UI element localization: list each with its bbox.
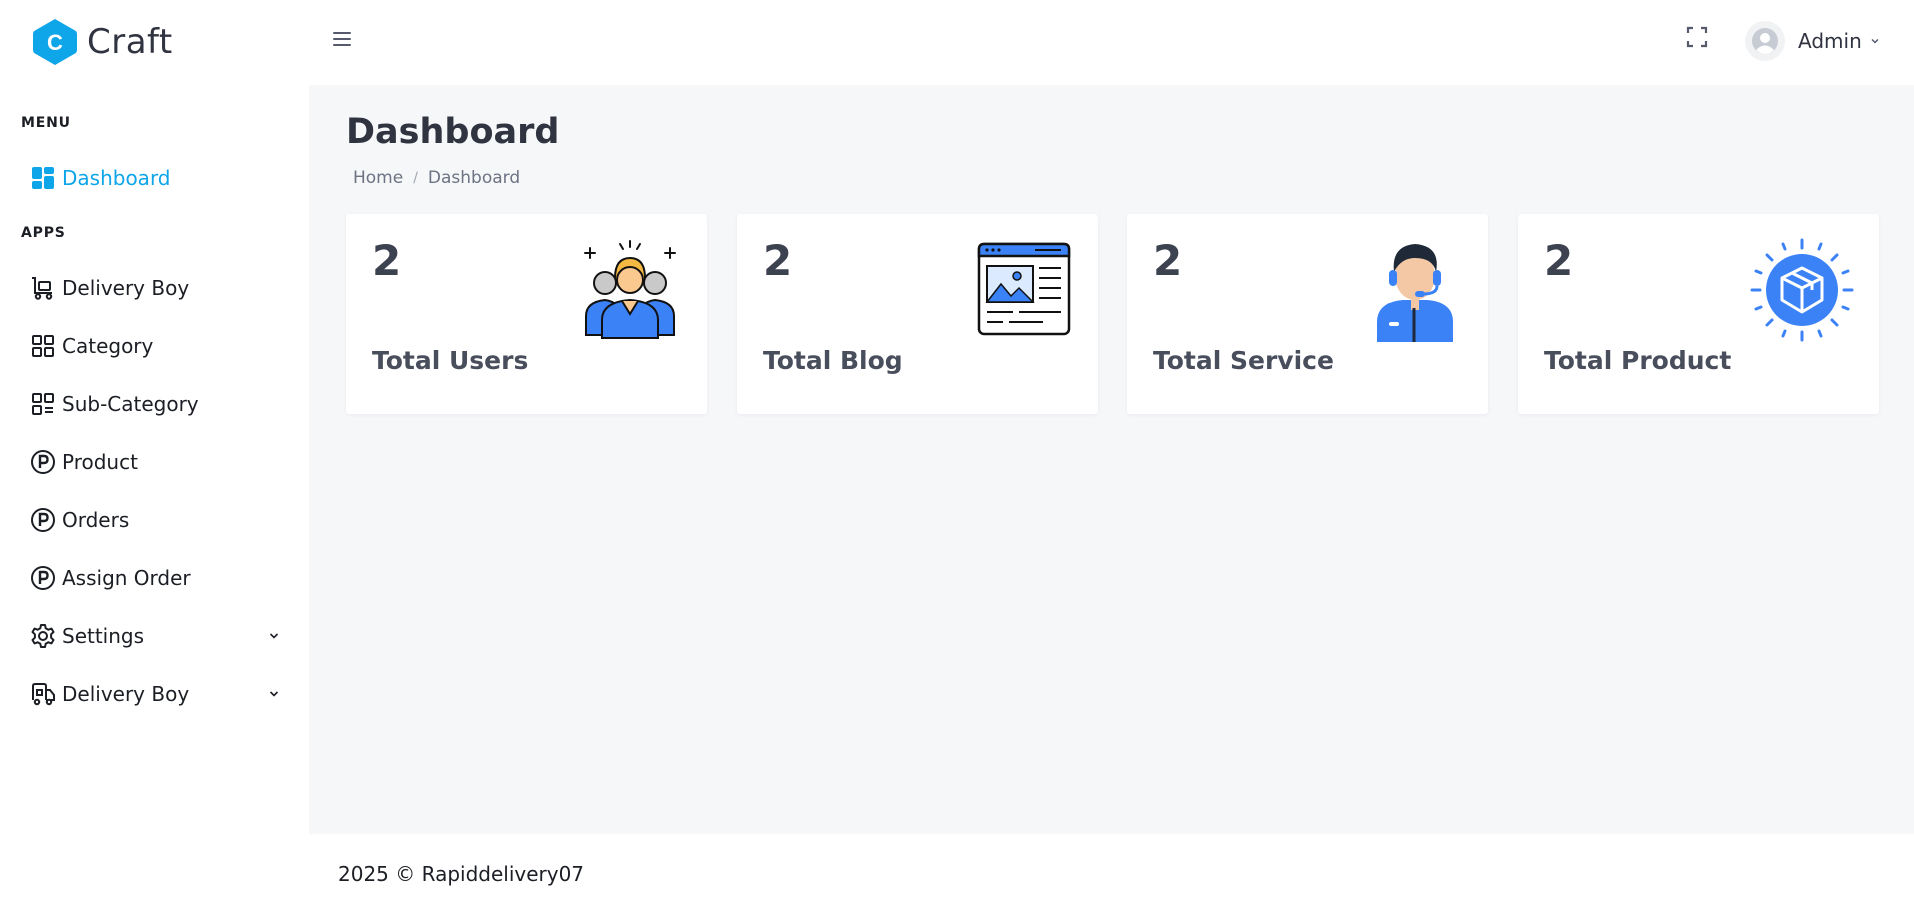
user-avatar-icon (1752, 28, 1778, 54)
sidebar-item-dashboard[interactable]: Dashboard (30, 160, 280, 196)
top-header: C Craft Admin (0, 0, 1914, 85)
breadcrumb-separator: / (413, 170, 418, 186)
app-logo[interactable]: C Craft (32, 18, 173, 66)
avatar (1745, 21, 1785, 61)
fullscreen-icon[interactable] (1685, 25, 1709, 49)
sidebar-item-product[interactable]: Product (30, 444, 280, 480)
sidebar-item-delivery-boy[interactable]: Delivery Boy (30, 270, 280, 306)
p-circle-icon (30, 449, 56, 475)
stat-value: 2 (372, 236, 402, 285)
product-box-icon (1750, 238, 1854, 342)
breadcrumb-current: Dashboard (427, 168, 521, 188)
sidebar-item-label: Product (62, 450, 138, 474)
stat-card-blog: 2 Total Blog (737, 214, 1098, 414)
footer-copyright: 2025 © Rapiddelivery07 (338, 862, 585, 886)
sidebar-item-assign-order[interactable]: Assign Order (30, 560, 280, 596)
delivery-truck-icon (30, 681, 56, 707)
chevron-down-icon (1871, 38, 1879, 44)
stat-value: 2 (763, 236, 793, 285)
logo-text: Craft (87, 22, 173, 62)
menu-toggle-icon[interactable] (330, 28, 354, 52)
sidebar-item-orders[interactable]: Orders (30, 502, 280, 538)
sidebar-item-label: Orders (62, 508, 130, 532)
chevron-down-icon (269, 691, 279, 697)
sidebar-item-label: Settings (62, 624, 145, 648)
blog-page-icon (977, 242, 1071, 336)
stat-label: Total Users (372, 346, 529, 375)
sidebar-item-label: Assign Order (62, 566, 191, 590)
user-menu[interactable]: Admin (1745, 20, 1880, 62)
breadcrumb: Home / Dashboard (353, 168, 520, 188)
stat-value: 2 (1544, 236, 1574, 285)
dashboard-icon (30, 165, 56, 191)
stat-card-users: 2 Total Users (346, 214, 707, 414)
sidebar-item-label: Sub-Category (62, 392, 199, 416)
sidebar-item-label: Delivery Boy (62, 682, 190, 706)
stat-card-product: 2 Total Product (1518, 214, 1879, 414)
p-circle-icon (30, 507, 56, 533)
sidebar-item-settings[interactable]: Settings (30, 618, 280, 654)
sidebar-section-apps: APPS (21, 225, 66, 241)
sidebar-item-delivery-boy-menu[interactable]: Delivery Boy (30, 676, 280, 712)
sidebar: MENU Dashboard APPS Delivery Boy Categor… (0, 85, 309, 907)
stat-card-service: 2 Total Service (1127, 214, 1488, 414)
sidebar-item-label: Delivery Boy (62, 276, 190, 300)
page-title: Dashboard (346, 112, 560, 152)
stat-label: Total Service (1153, 346, 1334, 375)
stat-label: Total Blog (763, 346, 903, 375)
logo-hexagon-icon: C (33, 19, 77, 65)
sidebar-item-label: Category (62, 334, 154, 358)
grid-icon (30, 333, 56, 359)
user-name: Admin (1798, 29, 1862, 53)
stat-value: 2 (1153, 236, 1183, 285)
stat-label: Total Product (1544, 346, 1732, 375)
grid-list-icon (30, 391, 56, 417)
sidebar-section-menu: MENU (21, 115, 71, 131)
logo-letter: C (47, 30, 63, 55)
sidebar-item-label: Dashboard (62, 166, 171, 190)
gear-icon (30, 623, 56, 649)
breadcrumb-home-link[interactable]: Home (353, 168, 403, 188)
cart-icon (30, 275, 56, 301)
sidebar-item-sub-category[interactable]: Sub-Category (30, 386, 280, 422)
chevron-down-icon (269, 633, 279, 639)
users-group-icon (584, 240, 676, 339)
sidebar-item-category[interactable]: Category (30, 328, 280, 364)
p-circle-icon (30, 565, 56, 591)
footer: 2025 © Rapiddelivery07 (309, 834, 1914, 907)
support-agent-icon (1377, 244, 1453, 342)
